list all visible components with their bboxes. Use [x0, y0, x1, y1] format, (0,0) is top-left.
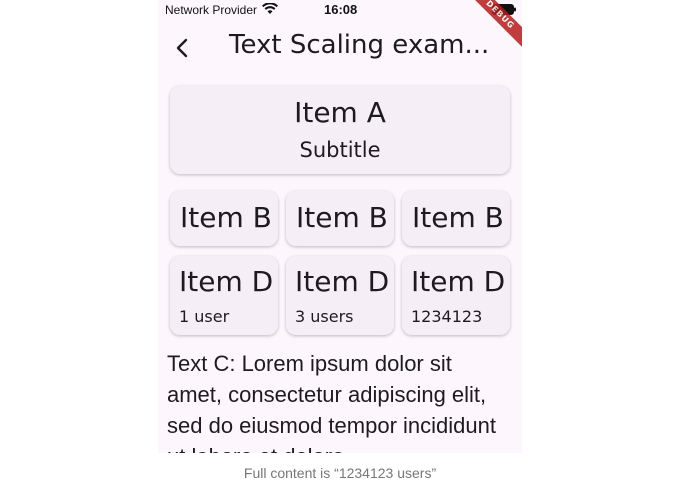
caption: Full content is “1234123 users” [243, 465, 437, 481]
status-bar: Network Provider 16:08 [158, 0, 522, 20]
back-button[interactable] [168, 34, 196, 62]
page-title: Text Scaling exam... [229, 30, 490, 60]
card-item-b[interactable]: Item B [402, 191, 510, 246]
card-item-b[interactable]: Item B [170, 191, 278, 246]
carrier-label: Network Provider [165, 3, 258, 17]
app-bar: Text Scaling exam... [158, 24, 522, 72]
card-item-b-title: Item B [296, 201, 388, 234]
text-c-paragraph: Text C: Lorem ipsum dolor sit amet, cons… [167, 351, 496, 453]
card-item-d-title: Item D [179, 265, 274, 298]
card-item-b[interactable]: Item B [286, 191, 394, 246]
wifi-icon [262, 3, 278, 14]
card-item-d-title: Item D [295, 265, 390, 298]
card-item-d[interactable]: Item D 3 users [286, 256, 394, 335]
card-item-d-subtitle: 3 users [295, 307, 354, 326]
card-item-a-subtitle: Subtitle [299, 138, 381, 162]
card-item-d[interactable]: Item D 1 user [170, 256, 278, 335]
card-item-a[interactable]: Item A Subtitle [170, 86, 510, 174]
card-item-a-title: Item A [294, 96, 386, 129]
clock: 16:08 [324, 2, 358, 17]
back-arrow-icon [176, 38, 188, 58]
card-item-d-title: Item D [411, 265, 506, 298]
phone-screen: Network Provider 16:08 DEBUG Text Scalin… [158, 0, 522, 453]
card-item-b-title: Item B [180, 201, 272, 234]
card-item-d-subtitle: 1234123 [411, 307, 483, 326]
card-item-d-subtitle: 1 user [179, 307, 230, 326]
screen: Network Provider 16:08 DEBUG Text Scalin… [0, 0, 680, 483]
card-item-d[interactable]: Item D 1234123 [402, 256, 510, 335]
card-item-b-title: Item B [412, 201, 504, 234]
